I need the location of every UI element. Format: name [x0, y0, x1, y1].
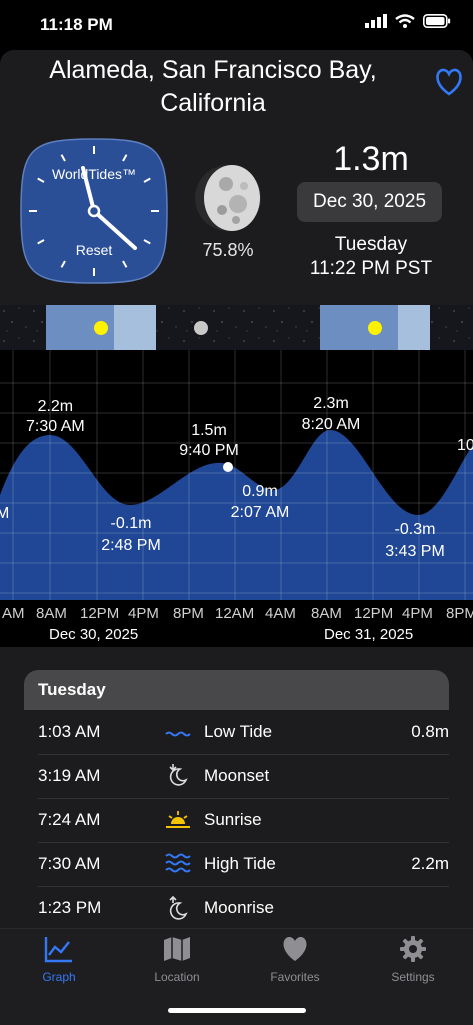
graph-label-height: -0.3m — [394, 521, 436, 538]
event-name: Moonset — [204, 766, 270, 785]
gear-icon — [400, 936, 426, 962]
x-tick: 12PM — [354, 605, 394, 622]
event-height: 0.8m — [411, 722, 449, 741]
graph-label-time: 3:43 PM — [385, 543, 445, 560]
x-tick: 8AM — [311, 605, 342, 622]
x-tick: 4PM — [128, 605, 159, 622]
graph-label-time: 2:48 PM — [101, 537, 161, 554]
heart-icon — [283, 936, 307, 961]
tab-settings[interactable]: Settings — [354, 935, 472, 984]
event-name: High Tide — [204, 854, 276, 873]
graph-label-height: 1.5m — [191, 422, 227, 439]
event-time: 1:03 AM — [38, 722, 101, 741]
graph-label-height: 10 — [457, 437, 473, 454]
x-tick: 4PM — [402, 605, 433, 622]
status-icons — [365, 14, 451, 28]
x-tick: AM — [2, 605, 25, 622]
moonset-icon — [169, 764, 188, 786]
moon-phase-icon — [195, 165, 261, 231]
list-item[interactable]: 7:24 AM Sunrise — [38, 798, 449, 843]
tab-favorites[interactable]: Favorites — [236, 935, 354, 984]
event-name: Sunrise — [204, 810, 262, 829]
tide-graph[interactable]: 2.2m 7:30 AM -0.1m 2:48 PM 1.5m 9:40 PM … — [0, 305, 473, 647]
x-tick: 8PM — [173, 605, 204, 622]
tide-clock[interactable]: WorldTides™ Reset — [20, 138, 168, 284]
location-title: Alameda, San Francisco Bay, California — [49, 56, 377, 117]
sunrise-icon — [166, 811, 190, 828]
day-events-panel: Tuesday 1:03 AM Low Tide 0.8m 3:19 AM Mo… — [24, 670, 449, 930]
event-height: 2.2m — [411, 854, 449, 873]
graph-icon — [44, 937, 72, 963]
event-time: 7:30 AM — [38, 854, 101, 873]
tab-label: Settings — [391, 970, 435, 984]
moon-illumination: 75.8% — [202, 240, 254, 260]
favorite-heart-icon[interactable] — [434, 68, 464, 96]
event-time: 3:19 AM — [38, 766, 101, 785]
graph-label-height: 2.2m — [37, 398, 74, 415]
wifi-icon — [395, 14, 415, 28]
home-indicator — [168, 1008, 306, 1013]
day-label: Dec 31, 2025 — [324, 626, 414, 643]
current-tide-height: 1.3m — [333, 140, 409, 178]
x-tick: 4AM — [265, 605, 296, 622]
list-item[interactable]: 7:30 AM High Tide 2.2m — [38, 842, 449, 887]
graph-label-time: 2:07 AM — [230, 504, 290, 521]
current-position-marker — [223, 462, 233, 472]
panel-title: Tuesday — [24, 670, 449, 710]
signal-icon — [365, 14, 387, 28]
graph-label-height: 0.9m — [242, 483, 278, 500]
list-item[interactable]: 1:23 PM Moonrise — [38, 886, 449, 930]
graph-label-height: 2.3m — [313, 395, 349, 412]
current-time: 11:22 PM PST — [309, 258, 433, 279]
sun-icon — [94, 321, 108, 335]
tab-label: Location — [154, 970, 200, 984]
x-tick: 8PM — [446, 605, 473, 622]
day-label: Dec 30, 2025 — [49, 626, 139, 643]
date-picker-button[interactable]: Dec 30, 2025 — [297, 182, 442, 222]
clock-reset-button[interactable]: Reset — [20, 242, 168, 258]
list-item[interactable]: 3:19 AM Moonset — [38, 754, 449, 799]
x-tick: 8AM — [36, 605, 67, 622]
sun-icon — [368, 321, 382, 335]
moon-icon — [194, 321, 208, 335]
graph-label-height: M — [0, 505, 10, 522]
low-tide-icon — [165, 731, 191, 737]
graph-label-height: -0.1m — [110, 515, 152, 532]
tab-label: Graph — [42, 970, 76, 984]
tab-graph[interactable]: Graph — [0, 935, 118, 984]
x-tick: 12AM — [215, 605, 255, 622]
tab-label: Favorites — [270, 970, 320, 984]
event-name: Low Tide — [204, 722, 273, 741]
battery-icon — [423, 14, 451, 28]
event-time: 1:23 PM — [38, 898, 102, 917]
high-tide-icon — [165, 853, 191, 873]
event-time: 7:24 AM — [38, 810, 101, 829]
graph-label-time: 9:40 PM — [179, 442, 239, 459]
status-time: 11:18 PM — [40, 15, 113, 34]
graph-label-time: 8:20 AM — [301, 416, 361, 433]
event-name: Moonrise — [204, 898, 274, 917]
clock-brand: WorldTides™ — [51, 166, 137, 182]
tab-location[interactable]: Location — [118, 935, 236, 984]
graph-label-time: 7:30 AM — [26, 418, 85, 435]
moonrise-icon — [169, 895, 188, 920]
map-icon — [164, 937, 190, 961]
current-weekday: Tuesday — [334, 234, 408, 255]
list-item[interactable]: 1:03 AM Low Tide 0.8m — [38, 710, 449, 755]
x-tick: 12PM — [80, 605, 120, 622]
